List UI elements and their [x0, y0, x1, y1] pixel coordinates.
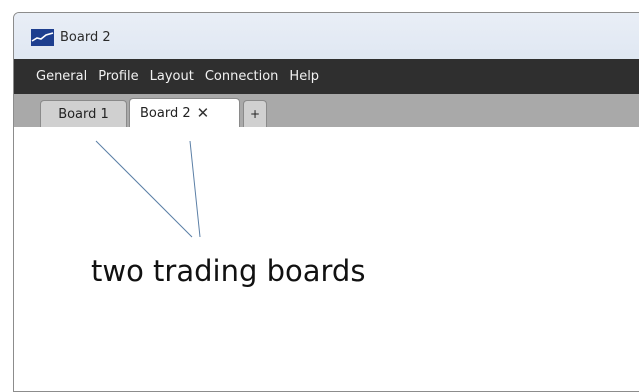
plus-icon: +: [249, 107, 261, 121]
menu-help[interactable]: Help: [289, 69, 319, 84]
board-content: two trading boards: [14, 127, 639, 391]
menu-bar: General Profile Layout Connection Help: [14, 59, 639, 94]
tab-bar: Board 1 Board 2 ✕ +: [14, 94, 639, 127]
annotation-text: two trading boards: [91, 254, 366, 288]
chart-line-icon: [31, 28, 54, 46]
annotation-callout-lines: [95, 140, 201, 238]
close-icon[interactable]: ✕: [197, 104, 210, 122]
add-tab-button[interactable]: +: [243, 100, 267, 127]
window-title: Board 2: [60, 29, 111, 45]
callout-line-board-2: [189, 140, 201, 238]
tab-label: Board 1: [58, 106, 109, 122]
tab-board-2[interactable]: Board 2 ✕: [129, 98, 240, 127]
callout-line-board-1: [95, 140, 193, 238]
menu-connection[interactable]: Connection: [205, 69, 279, 84]
menu-general[interactable]: General: [36, 69, 87, 84]
title-bar[interactable]: Board 2: [14, 13, 639, 61]
application-window: Board 2 General Profile Layout Connectio…: [13, 12, 639, 392]
tab-label: Board 2: [140, 105, 191, 121]
tab-board-1[interactable]: Board 1: [40, 100, 127, 127]
menu-profile[interactable]: Profile: [98, 69, 138, 84]
menu-layout[interactable]: Layout: [150, 69, 194, 84]
